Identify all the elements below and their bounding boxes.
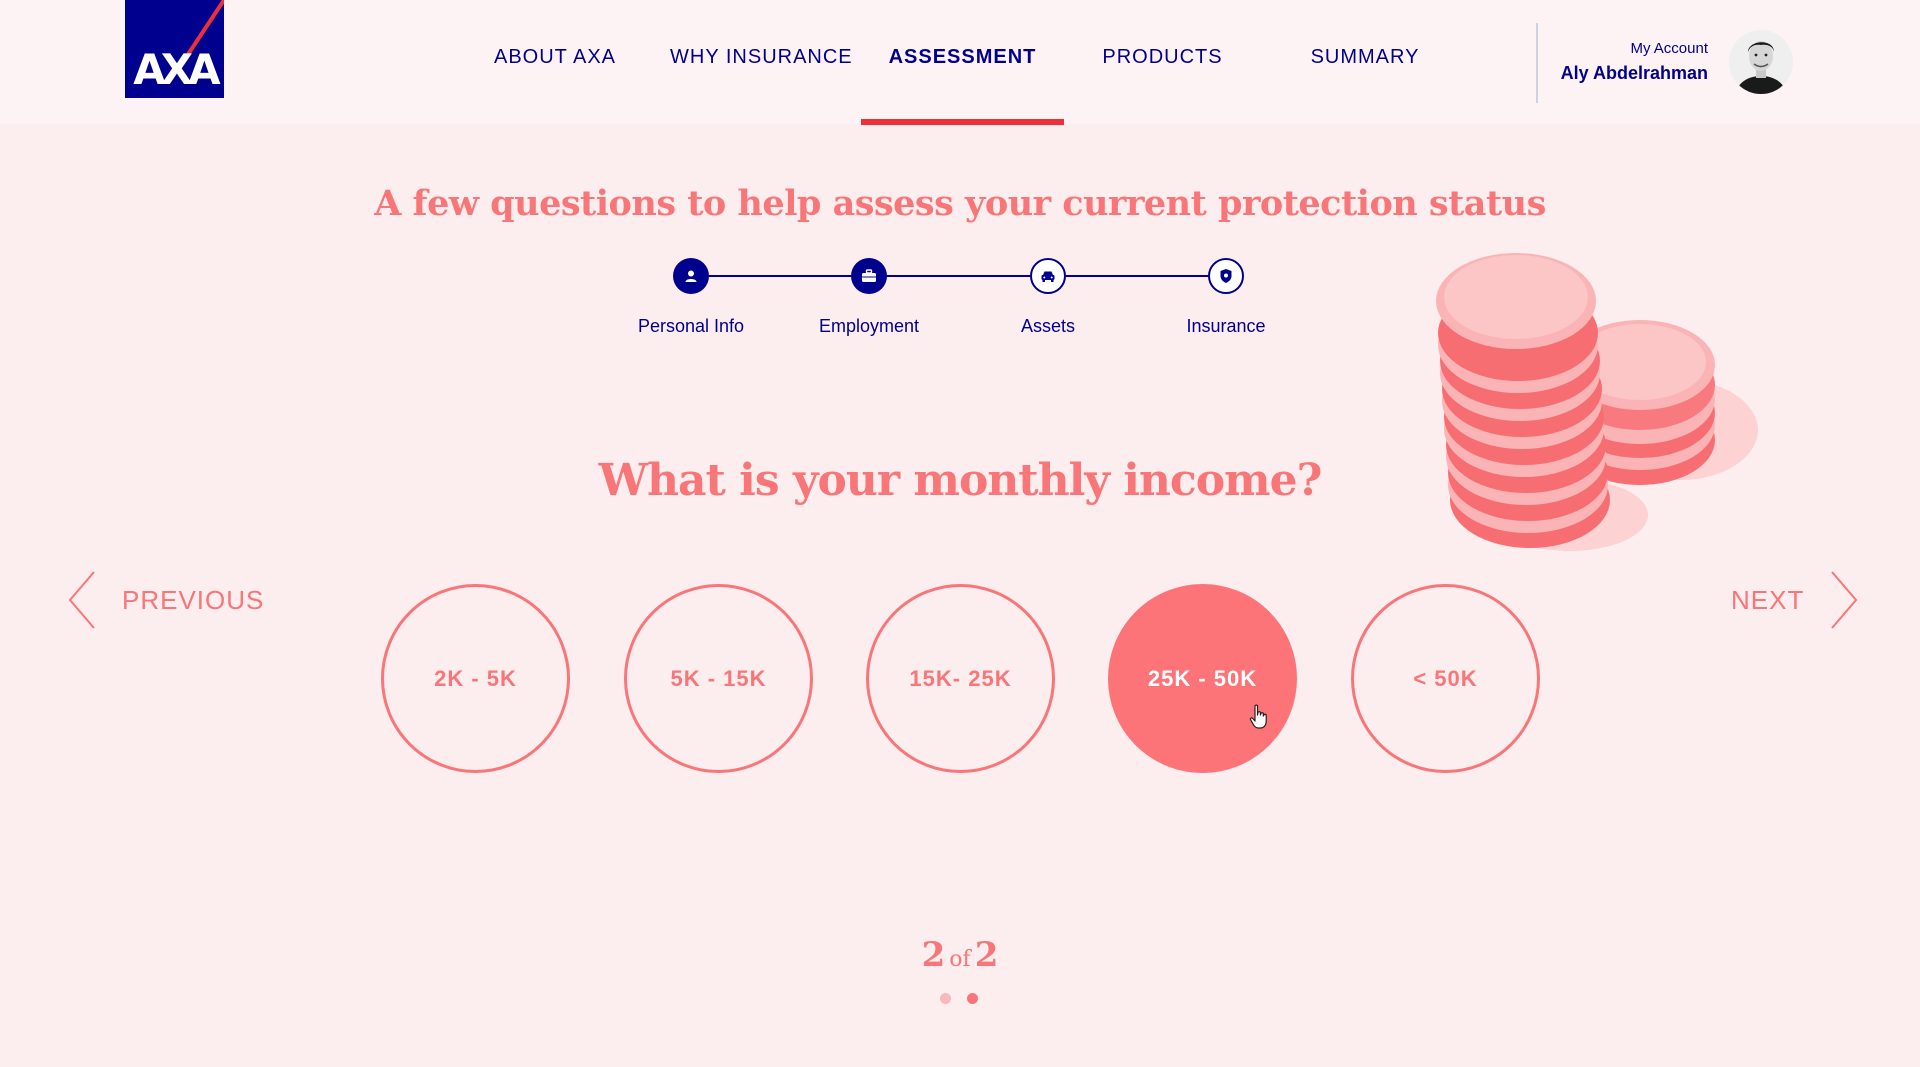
avatar[interactable] xyxy=(1729,30,1793,94)
chevron-left-icon xyxy=(68,571,95,629)
step-label-assets: Assets xyxy=(1020,316,1076,336)
stepper-connector xyxy=(1066,275,1208,277)
top-header: AXA ABOUT AXA WHY INSURANCE ASSESSMENT P… xyxy=(0,0,1920,125)
chevron-right-icon xyxy=(1831,571,1858,629)
next-label: NEXT xyxy=(1731,584,1805,615)
logo-text: AXA xyxy=(133,45,220,94)
pager-dot-2[interactable] xyxy=(967,993,978,1004)
question-pager: 2 of 2 xyxy=(0,935,1920,975)
hand-cursor-icon xyxy=(1249,704,1267,729)
coins-illustration xyxy=(1436,253,1758,551)
nav-why-insurance[interactable]: WHY INSURANCE xyxy=(670,46,852,76)
pager-of: of xyxy=(949,947,971,972)
income-option-5k-15k[interactable]: 5K - 15K xyxy=(624,584,813,773)
previous-label: PREVIOUS xyxy=(122,584,265,615)
income-option-15k-25k[interactable]: 15K- 25K xyxy=(866,584,1055,773)
step-label-insurance: Insurance xyxy=(1186,316,1266,336)
next-button[interactable]: NEXT xyxy=(1731,570,1858,630)
axa-logo[interactable]: AXA xyxy=(125,0,224,98)
step-label-employment: Employment xyxy=(818,316,920,336)
stepper-connector xyxy=(887,275,1030,277)
income-option-2k-5k[interactable]: 2K - 5K xyxy=(381,584,570,773)
previous-button[interactable]: PREVIOUS xyxy=(68,570,264,630)
pager-total: 2 xyxy=(974,935,999,975)
my-account-link[interactable]: My Account xyxy=(1561,40,1708,57)
nav-products[interactable]: PRODUCTS xyxy=(1090,46,1235,76)
header-divider xyxy=(1536,23,1538,103)
pager-current: 2 xyxy=(921,935,946,975)
nav-about-axa[interactable]: ABOUT AXA xyxy=(480,46,630,76)
user-portrait-icon xyxy=(1729,30,1793,94)
nav-summary[interactable]: SUMMARY xyxy=(1295,46,1435,76)
stepper-connector xyxy=(709,275,851,277)
income-option-25k-50k[interactable]: 25K - 50K xyxy=(1108,584,1297,773)
nav-assessment[interactable]: ASSESSMENT xyxy=(880,46,1045,76)
briefcase-icon xyxy=(862,269,876,282)
account-block: My Account Aly Abdelrahman xyxy=(1561,40,1708,84)
income-option-under-50k[interactable]: < 50K xyxy=(1351,584,1540,773)
person-icon xyxy=(685,270,697,282)
question-title: What is your monthly income? xyxy=(598,455,1323,506)
user-name: Aly Abdelrahman xyxy=(1560,63,1708,83)
step-personal-info[interactable] xyxy=(673,258,709,294)
pager-dot-1[interactable] xyxy=(940,993,951,1004)
page-headline: A few questions to help assess your curr… xyxy=(374,183,1546,224)
car-icon xyxy=(1041,271,1055,282)
step-assets[interactable] xyxy=(1030,258,1066,294)
shield-icon xyxy=(1220,269,1232,283)
step-label-personal-info: Personal Info xyxy=(637,316,745,336)
step-employment[interactable] xyxy=(851,258,887,294)
active-nav-indicator xyxy=(861,119,1064,125)
step-insurance[interactable] xyxy=(1208,258,1244,294)
